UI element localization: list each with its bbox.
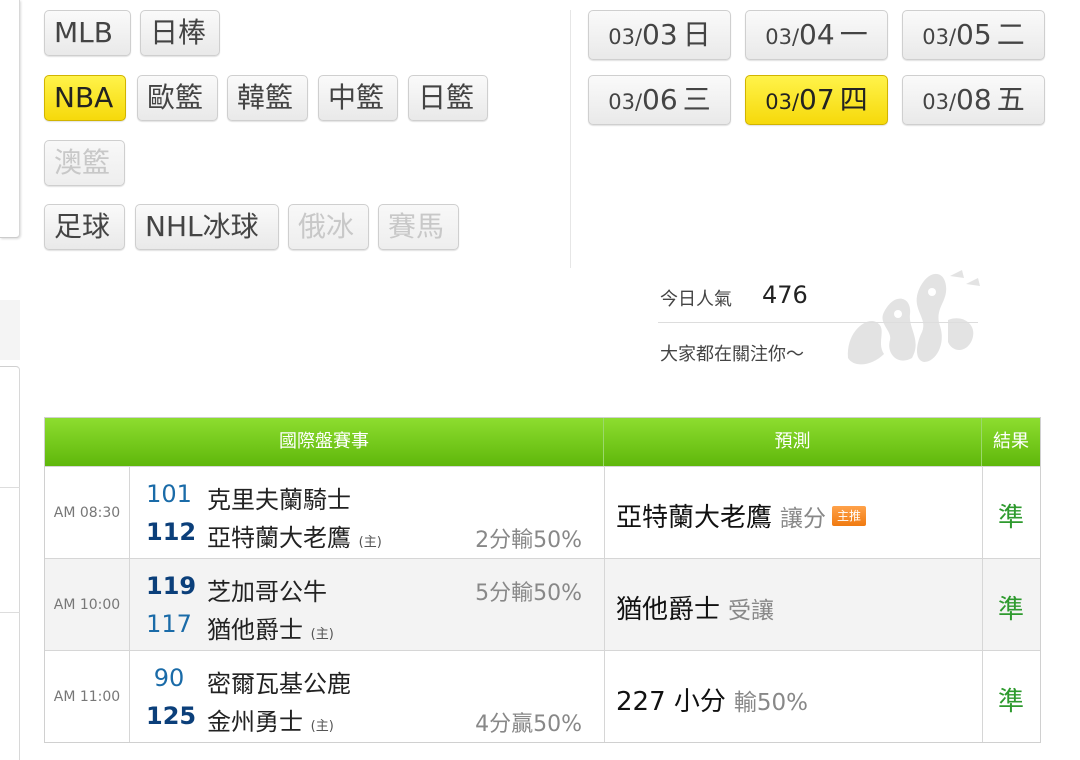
date-btn-0304[interactable]: 03/04 一 (745, 10, 888, 60)
prediction-pick: 227 小分 (616, 687, 726, 717)
date-month: 03/ (765, 90, 800, 114)
table-row: AM 11:00 90 密爾瓦基公鹿 125 金州勇士 (主) 4分贏50% 2… (45, 650, 1040, 742)
sport-btn-mlb[interactable]: MLB (44, 10, 131, 56)
table-row: AM 08:30 101 克里夫蘭騎士 112 亞特蘭大老鷹 (主) 2分輸50… (45, 466, 1040, 558)
home-team-cell: 猶他爵士 (主) (207, 610, 334, 645)
mascot-illustration (847, 270, 980, 365)
prediction-cell: 猶他爵士 受讓 (616, 589, 774, 626)
date-btn-0305[interactable]: 03/05 二 (902, 10, 1045, 60)
col-divider (604, 651, 605, 742)
date-weekday: 二 (996, 18, 1025, 51)
date-btn-0303[interactable]: 03/03 日 (588, 10, 731, 60)
sport-btn-horseracing: 賽馬 (378, 204, 459, 250)
sport-btn-jpbasketball[interactable]: 日籃 (408, 75, 488, 121)
prediction-cell: 227 小分 輸50% (616, 681, 808, 718)
section-divider (570, 10, 571, 268)
prediction-type: 輸50% (733, 690, 809, 716)
date-day: 04 (799, 18, 835, 51)
date-weekday: 四 (839, 83, 868, 116)
odds-text: 5分輸50% (475, 581, 582, 606)
away-team[interactable]: 克里夫蘭騎士 (207, 480, 351, 515)
date-day: 07 (799, 83, 835, 116)
date-month: 03/ (922, 90, 957, 114)
prediction-pick: 亞特蘭大老鷹 (616, 503, 773, 533)
date-weekday: 五 (996, 83, 1025, 116)
home-tag: (主) (358, 535, 382, 550)
left-panel-edge (0, 366, 20, 760)
match-time: AM 10:00 (45, 559, 130, 650)
sport-btn-eubasketball[interactable]: 歐籃 (137, 75, 218, 121)
table-header: 國際盤賽事 預測 結果 (45, 418, 1040, 466)
date-month: 03/ (608, 25, 643, 49)
home-team[interactable]: 猶他爵士 (207, 616, 303, 644)
prediction-pick: 猶他爵士 (616, 595, 721, 625)
date-weekday: 三 (682, 83, 711, 116)
left-panel-edge (0, 0, 20, 238)
away-team[interactable]: 密爾瓦基公鹿 (207, 664, 351, 699)
match-table: 國際盤賽事 預測 結果 AM 08:30 101 克里夫蘭騎士 112 亞特蘭大… (44, 417, 1041, 743)
header-result: 結果 (993, 431, 1029, 452)
date-day: 03 (642, 18, 678, 51)
date-month: 03/ (608, 90, 643, 114)
left-panel-divider (0, 612, 20, 613)
home-tag: (主) (310, 719, 334, 734)
home-team-cell: 金州勇士 (主) (207, 702, 334, 737)
date-weekday: 日 (682, 18, 711, 51)
away-team[interactable]: 芝加哥公牛 (207, 572, 327, 607)
odds-text: 4分贏50% (475, 712, 582, 737)
odds-text: 2分輸50% (475, 528, 582, 553)
home-team[interactable]: 金州勇士 (207, 708, 303, 736)
date-day: 08 (956, 83, 992, 116)
popularity-value: 476 (762, 281, 808, 309)
sport-btn-nhl[interactable]: NHL冰球 (135, 204, 279, 250)
header-event: 國際盤賽事 (45, 418, 604, 466)
header-prediction: 預測 (604, 418, 982, 466)
home-score: 117 (146, 610, 192, 638)
date-month: 03/ (765, 25, 800, 49)
sport-btn-aubasketball: 澳籃 (44, 140, 125, 186)
left-panel-divider (0, 487, 20, 488)
left-panel-edge (0, 300, 20, 360)
home-tag: (主) (310, 627, 334, 642)
match-time: AM 11:00 (45, 651, 130, 742)
home-score: 112 (146, 518, 197, 546)
prediction-type: 讓分 (780, 506, 827, 532)
sport-btn-jpbaseball[interactable]: 日棒 (140, 10, 220, 56)
match-time: AM 08:30 (45, 467, 130, 558)
date-btn-0306[interactable]: 03/06 三 (588, 75, 731, 125)
popularity-subtitle: 大家都在關注你～ (660, 344, 804, 365)
away-score: 101 (146, 480, 192, 508)
sport-btn-krbasketball[interactable]: 韓籃 (227, 75, 308, 121)
home-score: 125 (146, 702, 197, 730)
sport-btn-cnbasketball[interactable]: 中籃 (318, 75, 398, 121)
popularity-label: 今日人氣 (660, 289, 732, 310)
table-row: AM 10:00 119 芝加哥公牛 5分輸50% 117 猶他爵士 (主) 猶… (45, 558, 1040, 650)
prediction-type: 受讓 (728, 598, 775, 624)
featured-badge: 主推 (832, 506, 867, 526)
sport-btn-khl: 俄冰 (288, 204, 369, 250)
result-text: 準 (997, 503, 1024, 533)
result-text: 準 (997, 595, 1024, 625)
date-btn-0307[interactable]: 03/07 四 (745, 75, 888, 125)
away-score: 90 (153, 664, 185, 692)
home-team[interactable]: 亞特蘭大老鷹 (207, 524, 351, 552)
date-day: 05 (956, 18, 992, 51)
date-weekday: 一 (839, 18, 868, 51)
popularity-divider (658, 322, 978, 323)
date-btn-0308[interactable]: 03/08 五 (902, 75, 1045, 125)
prediction-cell: 亞特蘭大老鷹 讓分 主推 (616, 497, 867, 534)
date-month: 03/ (922, 25, 957, 49)
away-score: 119 (146, 572, 197, 600)
sport-btn-nba[interactable]: NBA (44, 75, 126, 121)
col-divider (604, 467, 605, 558)
sport-btn-soccer[interactable]: 足球 (44, 204, 125, 250)
date-day: 06 (642, 83, 678, 116)
col-divider (604, 559, 605, 650)
home-team-cell: 亞特蘭大老鷹 (主) (207, 518, 382, 553)
result-text: 準 (997, 687, 1024, 717)
